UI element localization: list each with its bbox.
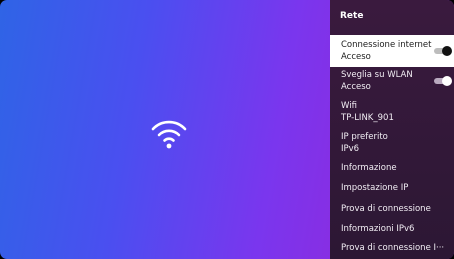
menu-item-value: Acceso bbox=[341, 52, 371, 62]
network-settings-panel: Rete Connessione internet Acceso Sveglia… bbox=[330, 0, 454, 259]
menu-item-internet-connection[interactable]: Connessione internet Acceso bbox=[330, 35, 454, 67]
menu-item-ip-settings[interactable]: Impostazione IP bbox=[330, 181, 454, 201]
menu-item-information[interactable]: Informazione bbox=[330, 160, 454, 180]
wake-on-wlan-toggle[interactable] bbox=[434, 76, 452, 86]
menu-item-value: TP-LINK_901 bbox=[341, 113, 394, 123]
toggle-knob bbox=[442, 46, 452, 56]
menu-item-label: Prova di connessione bbox=[341, 204, 431, 214]
menu-item-label: Wifi bbox=[341, 101, 357, 111]
menu-item-value: IPv6 bbox=[341, 144, 360, 154]
menu-item-label: Connessione internet bbox=[341, 40, 432, 50]
menu-item-label: Prova di connessione I··· bbox=[341, 243, 445, 253]
menu-item-ipv6-connection-test[interactable]: Prova di connessione I··· bbox=[330, 242, 454, 259]
menu-item-connection-test[interactable]: Prova di connessione bbox=[330, 202, 454, 222]
menu-item-ipv6-info[interactable]: Informazioni IPv6 bbox=[330, 223, 454, 241]
wifi-icon bbox=[151, 120, 187, 149]
tv-screen: Rete Connessione internet Acceso Sveglia… bbox=[0, 0, 454, 259]
menu-item-label: Informazione bbox=[341, 163, 397, 173]
menu-item-wake-on-wlan[interactable]: Sveglia su WLAN Acceso bbox=[330, 67, 454, 100]
menu-item-label: IP preferito bbox=[341, 132, 388, 142]
menu-item-wifi[interactable]: Wifi TP-LINK_901 bbox=[330, 100, 454, 130]
menu-item-preferred-ip[interactable]: IP preferito IPv6 bbox=[330, 130, 454, 160]
toggle-knob bbox=[442, 76, 452, 86]
internet-connection-toggle[interactable] bbox=[434, 46, 452, 56]
menu-item-label: Sveglia su WLAN bbox=[341, 70, 413, 80]
panel-title: Rete bbox=[340, 11, 364, 21]
menu-item-label: Impostazione IP bbox=[341, 183, 409, 193]
menu-item-label: Informazioni IPv6 bbox=[341, 224, 415, 234]
menu-item-value: Acceso bbox=[341, 82, 371, 92]
